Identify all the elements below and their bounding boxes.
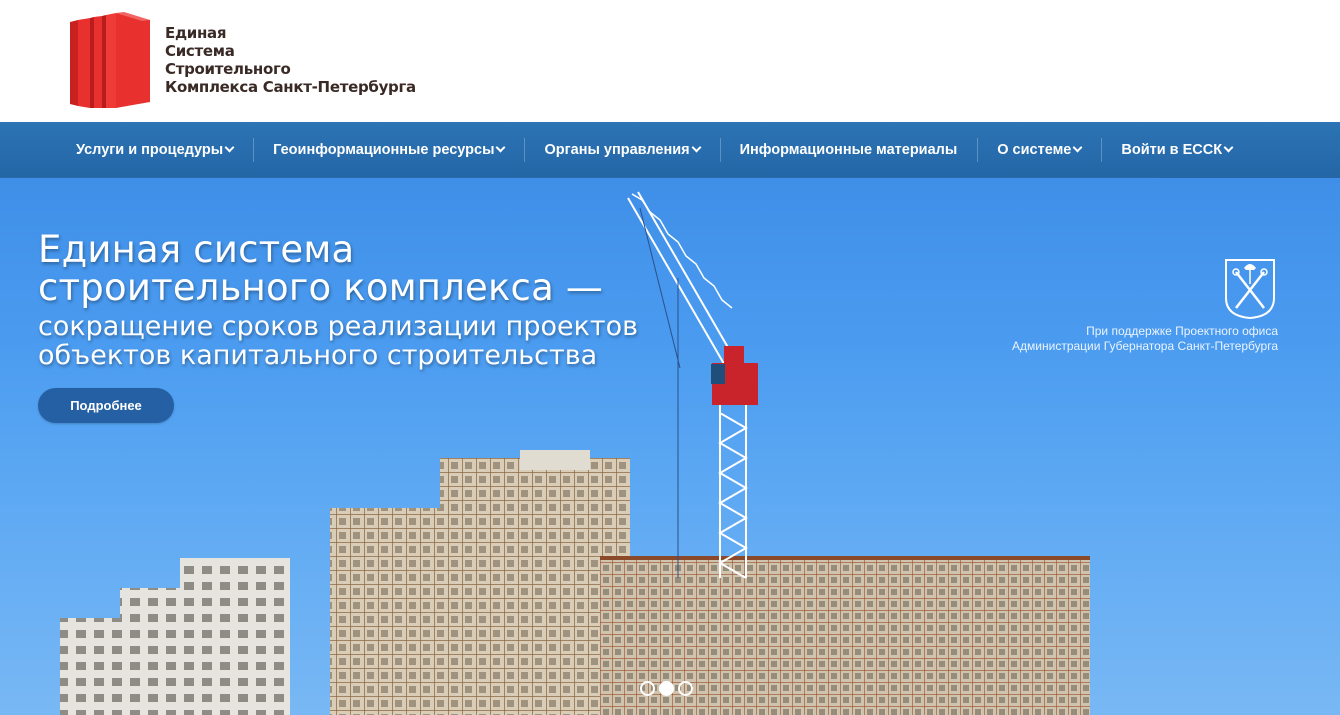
support-line: При поддержке Проектного офиса bbox=[1086, 324, 1278, 338]
hero-title-line: Единая система bbox=[38, 228, 355, 271]
chevron-down-icon bbox=[691, 142, 702, 152]
more-button[interactable]: Подробнее bbox=[38, 388, 174, 423]
chevron-down-icon bbox=[1223, 142, 1234, 152]
logo[interactable]: Единая Система Строительного Комплекса С… bbox=[68, 10, 438, 110]
hero-subtitle-line: сокращение сроков реализации проектов bbox=[38, 311, 639, 342]
nav-item-services[interactable]: Услуги и процедуры bbox=[56, 122, 253, 178]
spb-coat-of-arms-icon[interactable] bbox=[1224, 258, 1276, 320]
nav-item-info-materials[interactable]: Информационные материалы bbox=[719, 122, 978, 178]
chevron-down-icon bbox=[496, 142, 506, 152]
logo-line: Комплекса Санкт-Петербурга bbox=[165, 78, 416, 96]
support-text: При поддержке Проектного офиса Администр… bbox=[1012, 324, 1278, 354]
slider-dot-3[interactable] bbox=[678, 681, 693, 696]
logo-books-icon bbox=[70, 12, 150, 108]
nav-item-login[interactable]: Войти в ЕССК bbox=[1101, 122, 1252, 178]
chevron-down-icon bbox=[224, 142, 235, 152]
main-nav: Услуги и процедуры Геоинформационные рес… bbox=[0, 122, 1340, 181]
nav-item-label: Услуги и процедуры bbox=[76, 142, 224, 158]
nav-item-label: Информационные материалы bbox=[739, 142, 958, 158]
hero-slider: Единая система строительного комплекса —… bbox=[0, 178, 1340, 715]
nav-item-label: Органы управления bbox=[544, 142, 690, 158]
slider-dot-2[interactable] bbox=[659, 681, 674, 696]
logo-text: Единая Система Строительного Комплекса С… bbox=[165, 24, 416, 96]
hero-subtitle-line: объектов капитального строительства bbox=[38, 340, 598, 371]
nav-item-geoinfo[interactable]: Геоинформационные ресурсы bbox=[253, 122, 524, 178]
nav-item-label: О системе bbox=[997, 142, 1072, 158]
site-header: Единая Система Строительного Комплекса С… bbox=[0, 0, 1340, 122]
slider-pagination bbox=[640, 681, 693, 696]
slider-dot-1[interactable] bbox=[640, 681, 655, 696]
nav-item-label: Геоинформационные ресурсы bbox=[273, 142, 495, 158]
nav-item-label: Войти в ЕССК bbox=[1121, 142, 1223, 158]
support-line: Администрации Губернатора Санкт-Петербур… bbox=[1012, 339, 1278, 353]
hero-title-line: строительного комплекса — bbox=[38, 266, 604, 309]
hero-title: Единая система строительного комплекса — bbox=[38, 231, 603, 307]
logo-line: Система bbox=[165, 42, 235, 60]
nav-item-about[interactable]: О системе bbox=[977, 122, 1101, 178]
logo-line: Единая bbox=[165, 24, 227, 42]
logo-line: Строительного bbox=[165, 60, 291, 78]
chevron-down-icon bbox=[1072, 142, 1083, 152]
hero-subtitle: сокращение сроков реализации проектов об… bbox=[38, 312, 638, 370]
nav-item-authorities[interactable]: Органы управления bbox=[524, 122, 719, 178]
